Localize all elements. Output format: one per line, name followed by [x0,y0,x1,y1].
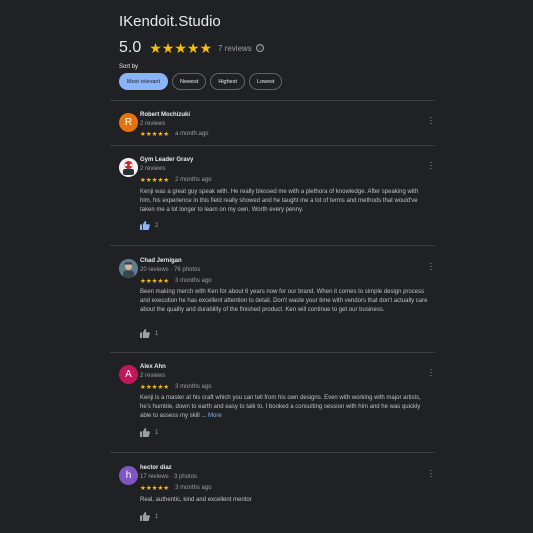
avatar-image-icon [119,259,138,278]
review-stars: ★★★★★ [140,177,170,184]
like-count: 1 [155,513,159,520]
review-stars: ★★★★★ [140,278,170,285]
review-text: Kenji is a master at his craft which you… [140,394,430,421]
like-count: 1 [155,429,159,436]
thumbs-up-icon [140,428,150,437]
review-text-body: Kenji is a master at his craft which you… [140,395,421,419]
more-link[interactable]: More [208,413,222,419]
reviewer-meta: 20 reviews · 76 photos [140,267,201,273]
rating-summary: 5.0 ★★★★★ 7 reviews ⓘ [119,39,264,57]
avatar[interactable]: R [119,113,138,132]
review-card: A Alex Ahn 2 reviews ★★★★★ 3 months ago … [114,362,434,442]
thumbs-up-icon [140,329,150,338]
thumbs-up-icon [140,221,150,230]
review-rating: ★★★★★ 2 months ago [140,176,212,184]
rating-stars: ★★★★★ [149,39,213,56]
divider [110,245,435,246]
place-title: IKendoit.Studio [119,13,221,30]
review-card: R Robert Mochizuki 2 reviews ★★★★★ a mon… [114,110,434,150]
review-rating: ★★★★★ a month ago [140,130,209,138]
divider [110,100,435,101]
reviewer-meta: 2 reviews [140,166,166,172]
more-vert-icon[interactable]: · · · [428,365,434,380]
more-vert-icon[interactable]: · · · [428,259,434,274]
reviewer-meta: 2 reviews [140,373,166,379]
review-stars: ★★★★★ [140,485,170,492]
review-text: Been making merch with Ken for about 6 y… [140,289,428,313]
sort-label: Sort by [119,64,139,70]
more-vert-icon[interactable]: · · · [428,466,434,481]
like-button[interactable]: 1 [140,512,158,521]
avatar[interactable] [119,259,138,278]
reviewer-name[interactable]: hector diaz [140,465,172,471]
sort-chip-lowest[interactable]: Lowest [249,73,283,90]
sort-chips: Most relevant Newest Highest Lowest [119,73,283,90]
sort-chip-newest[interactable]: Newest [172,73,207,90]
divider [110,352,435,353]
review-card: h hector diaz 17 reviews · 3 photos ★★★★… [114,463,434,533]
review-card: Chad Jernigan 20 reviews · 76 photos ★★★… [114,256,434,346]
like-count: 1 [155,330,159,337]
review-rating: ★★★★★ 3 months ago [140,277,212,285]
divider [110,145,435,146]
reviewer-name[interactable]: Alex Ahn [140,364,166,370]
avatar[interactable]: h [119,466,138,485]
thumbs-up-icon [140,512,150,521]
more-vert-icon[interactable]: · · · [428,158,434,173]
review-count: 7 reviews [218,43,252,53]
divider [110,452,435,453]
review-time: 3 months ago [175,485,212,491]
more-vert-icon[interactable]: · · · [428,113,434,128]
review-time: 3 months ago [175,278,212,284]
average-rating: 5.0 [119,39,142,56]
avatar[interactable] [119,158,138,177]
like-button[interactable]: 2 [140,221,158,230]
sort-chip-most-relevant[interactable]: Most relevant [119,73,169,90]
info-icon[interactable]: ⓘ [255,44,264,53]
like-count: 2 [155,222,159,229]
avatar[interactable]: A [119,365,138,384]
review-text: Kenji was a great guy speak with. He rea… [140,189,419,213]
review-time: a month ago [175,131,209,137]
reviewer-meta: 2 reviews [140,121,166,127]
sort-chip-highest[interactable]: Highest [210,73,246,90]
review-stars: ★★★★★ [140,131,170,138]
reviewer-name[interactable]: Robert Mochizuki [140,112,190,118]
review-rating: ★★★★★ 3 months ago [140,484,212,492]
like-button[interactable]: 1 [140,428,158,437]
reviewer-meta: 17 reviews · 3 photos [140,474,198,480]
reviewer-name[interactable]: Gym Leader Gravy [140,157,193,163]
avatar-image-icon [119,158,138,177]
review-card: Gym Leader Gravy 2 reviews ★★★★★ 2 month… [114,155,434,235]
review-time: 2 months ago [175,177,212,183]
review-stars: ★★★★★ [140,384,170,391]
like-button[interactable]: 1 [140,329,158,338]
review-text: Real, authentic, kind and excellent ment… [140,497,252,503]
review-time: 3 months ago [175,384,212,390]
reviewer-name[interactable]: Chad Jernigan [140,258,182,264]
review-rating: ★★★★★ 3 months ago [140,383,212,391]
